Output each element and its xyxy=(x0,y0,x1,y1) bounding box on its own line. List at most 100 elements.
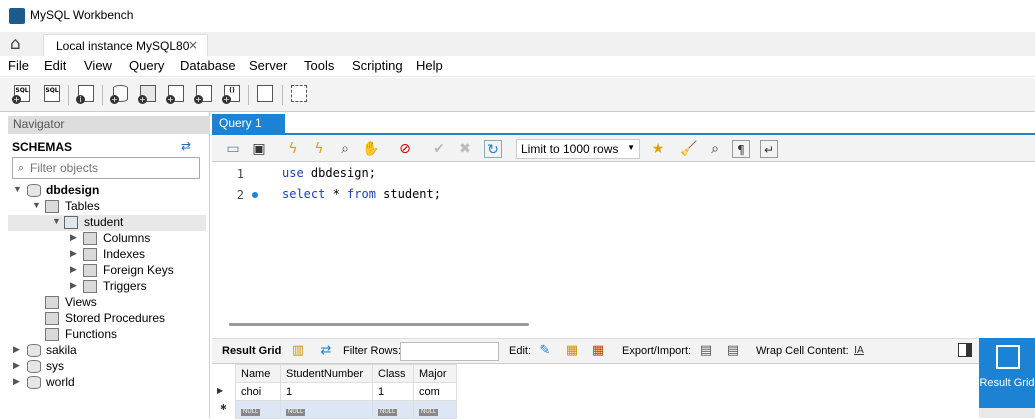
tree-columns[interactable]: ▶ Columns xyxy=(0,231,210,247)
result-grid-button[interactable]: Result Grid xyxy=(979,338,1035,408)
cell[interactable]: choi xyxy=(235,382,281,401)
result-grid-label[interactable]: Result Grid xyxy=(222,345,281,357)
toggle-panel-icon[interactable] xyxy=(958,343,972,357)
export-icon[interactable]: ▤ xyxy=(698,343,714,359)
grid-icon[interactable]: ▥ xyxy=(290,343,306,359)
wrap-toggle-icon[interactable]: IA xyxy=(851,343,867,359)
refresh-icon[interactable]: ⇄ xyxy=(318,343,334,359)
tree-schema-world[interactable]: ▶ world xyxy=(0,375,210,391)
expand-arrow-icon[interactable]: ▼ xyxy=(52,216,61,226)
find-icon[interactable]: ⌕ xyxy=(706,140,724,158)
cell-null[interactable]: NULL xyxy=(372,400,414,419)
delete-row-icon[interactable]: ▦ xyxy=(590,343,606,359)
column-header[interactable]: StudentNumber xyxy=(280,364,373,383)
code-line-2[interactable]: select * from student; xyxy=(282,187,441,201)
tree-triggers[interactable]: ▶ Triggers xyxy=(0,279,210,295)
column-header[interactable]: Class xyxy=(372,364,414,383)
menu-database[interactable]: Database xyxy=(180,58,236,73)
expand-arrow-icon[interactable]: ▶ xyxy=(13,376,20,387)
tree-indexes[interactable]: ▶ Indexes xyxy=(0,247,210,263)
create-function-icon[interactable]: () + xyxy=(222,83,244,105)
cell-null[interactable]: NULL xyxy=(413,400,457,419)
invisible-chars-icon[interactable]: ¶ xyxy=(732,140,750,158)
column-header[interactable]: Major xyxy=(413,364,457,383)
tab-underline xyxy=(212,133,1035,135)
word-wrap-icon[interactable]: ↵ xyxy=(760,140,778,158)
filter-objects-input[interactable] xyxy=(30,160,195,176)
execute-icon[interactable]: ϟ xyxy=(284,140,302,158)
tree-views[interactable]: Views xyxy=(0,295,210,311)
tree-foreign-keys[interactable]: ▶ Foreign Keys xyxy=(0,263,210,279)
explain-icon[interactable]: ⌕ xyxy=(336,140,354,158)
tree-label: Columns xyxy=(103,231,151,245)
edit-row-icon[interactable]: ✎ xyxy=(537,343,553,359)
horizontal-scrollbar[interactable] xyxy=(229,323,529,326)
toggle-error-stop-icon[interactable]: ⊘ xyxy=(396,140,414,158)
tree-schema-sys[interactable]: ▶ sys xyxy=(0,359,210,375)
cell-null[interactable]: NULL xyxy=(280,400,373,419)
tree-schema-dbdesign[interactable]: ▼ dbdesign xyxy=(0,183,210,199)
commit-icon[interactable]: ✔ xyxy=(430,140,448,158)
filter-rows-input[interactable] xyxy=(400,342,499,361)
search-table-icon[interactable] xyxy=(255,83,277,105)
tree-stored-procedures[interactable]: Stored Procedures xyxy=(0,311,210,327)
close-icon[interactable]: × xyxy=(188,38,198,52)
save-icon[interactable]: ▣ xyxy=(250,140,268,158)
cell-null[interactable]: NULL xyxy=(235,400,281,419)
sql-editor[interactable]: 1 use dbdesign; 2 select * from student; xyxy=(212,162,1035,320)
cell[interactable]: com xyxy=(413,382,457,401)
cell[interactable]: 1 xyxy=(372,382,414,401)
tree-label: Stored Procedures xyxy=(65,311,166,325)
new-sql-tab-icon[interactable]: SQL + xyxy=(12,83,34,105)
result-grid-icon xyxy=(996,345,1020,369)
tree-table-student[interactable]: ▼ student xyxy=(8,215,206,231)
expand-arrow-icon[interactable]: ▶ xyxy=(70,280,77,291)
expand-arrow-icon[interactable]: ▶ xyxy=(70,248,77,259)
expand-arrow-icon[interactable]: ▶ xyxy=(70,232,77,243)
create-table-icon[interactable]: + xyxy=(138,83,160,105)
rollback-icon[interactable]: ✖ xyxy=(456,140,474,158)
tree-functions[interactable]: Functions xyxy=(0,327,210,343)
info-icon[interactable]: i xyxy=(76,83,98,105)
navigator-header: Navigator xyxy=(8,116,210,134)
menu-edit[interactable]: Edit xyxy=(44,58,66,73)
tab-local-instance[interactable]: Local instance MySQL80 × xyxy=(43,34,208,56)
column-header[interactable]: Name xyxy=(235,364,281,383)
filter-objects-field[interactable]: ⌕ xyxy=(12,157,200,179)
stop-icon[interactable]: ✋ xyxy=(362,140,380,158)
expand-arrow-icon[interactable]: ▼ xyxy=(32,200,41,210)
menu-scripting[interactable]: Scripting xyxy=(352,58,403,73)
line-number: 2 xyxy=(236,188,244,202)
tree-tables[interactable]: ▼ Tables xyxy=(0,199,210,215)
open-file-icon[interactable]: ▭ xyxy=(224,140,242,158)
execute-current-icon[interactable]: ϟ xyxy=(310,140,328,158)
menu-help[interactable]: Help xyxy=(416,58,443,73)
code-line-1[interactable]: use dbdesign; xyxy=(282,166,376,180)
menu-query[interactable]: Query xyxy=(129,58,164,73)
cell[interactable]: 1 xyxy=(280,382,373,401)
expand-arrow-icon[interactable]: ▶ xyxy=(70,264,77,275)
create-procedure-icon[interactable]: + xyxy=(194,83,216,105)
expand-arrow-icon[interactable]: ▼ xyxy=(13,184,22,194)
create-schema-icon[interactable]: + xyxy=(110,83,132,105)
insert-row-icon[interactable]: ▦ xyxy=(564,343,580,359)
expand-arrow-icon[interactable]: ▶ xyxy=(13,360,20,371)
open-sql-script-icon[interactable]: SQL xyxy=(42,83,64,105)
home-icon[interactable]: ⌂ xyxy=(10,35,34,53)
mysql-workbench-logo-icon xyxy=(9,8,25,24)
reconnect-icon[interactable] xyxy=(289,83,311,105)
menu-file[interactable]: File xyxy=(8,58,29,73)
import-icon[interactable]: ▤ xyxy=(725,343,741,359)
tree-schema-sakila[interactable]: ▶ sakila xyxy=(0,343,210,359)
expand-arrow-icon[interactable]: ▶ xyxy=(13,344,20,355)
autocommit-icon[interactable]: ↻ xyxy=(484,140,502,158)
beautify-icon[interactable]: 🧹 xyxy=(680,140,698,158)
tab-query-1[interactable]: Query 1 xyxy=(212,114,285,134)
menu-server[interactable]: Server xyxy=(249,58,287,73)
limit-rows-select[interactable]: Limit to 1000 rows ▼ xyxy=(516,139,640,159)
menu-tools[interactable]: Tools xyxy=(304,58,334,73)
menu-view[interactable]: View xyxy=(84,58,112,73)
create-view-icon[interactable]: + xyxy=(166,83,188,105)
refresh-icon[interactable]: ⇄ xyxy=(181,139,191,153)
add-snippet-icon[interactable]: ★ xyxy=(649,140,667,158)
